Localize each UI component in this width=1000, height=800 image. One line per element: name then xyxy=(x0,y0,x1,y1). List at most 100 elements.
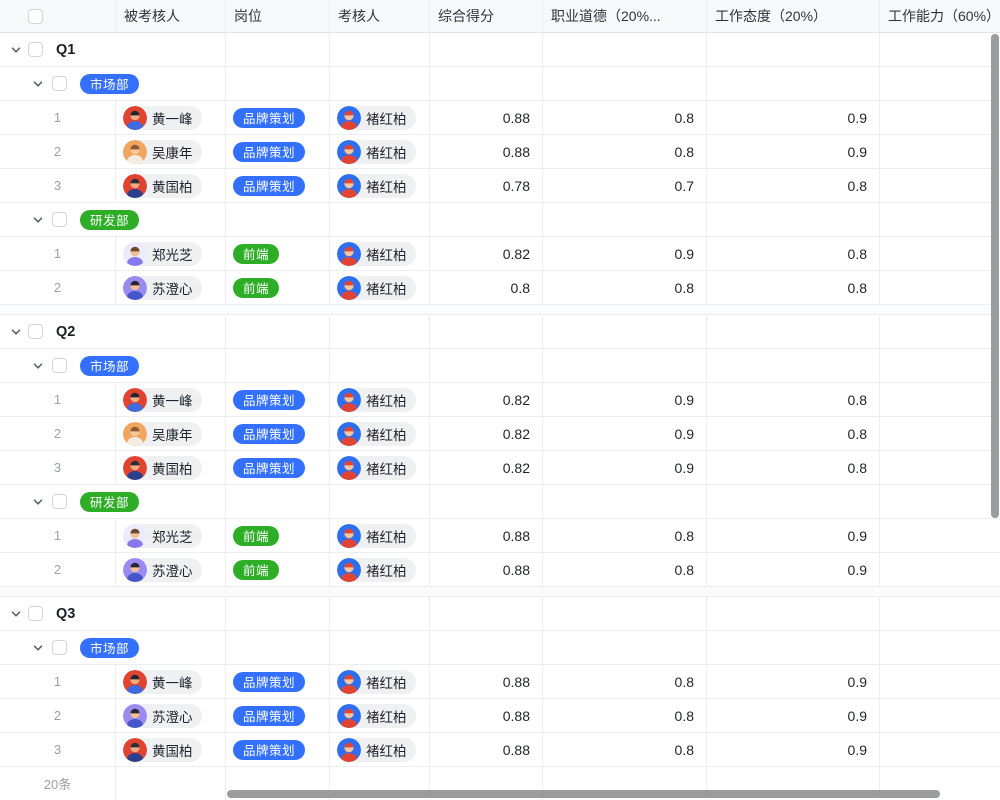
column-header-position[interactable]: 岗位 xyxy=(226,0,330,32)
subgroup-cell[interactable]: 市场部 xyxy=(0,67,226,100)
empty-cell[interactable] xyxy=(430,631,543,664)
composite-score-cell[interactable]: 0.82 xyxy=(430,237,543,270)
empty-cell[interactable] xyxy=(330,631,430,664)
ability-score-cell[interactable] xyxy=(880,553,1000,586)
ability-score-cell[interactable] xyxy=(880,169,1000,202)
empty-cell[interactable] xyxy=(330,67,430,100)
row-index-cell[interactable]: 2 xyxy=(0,553,116,586)
empty-cell[interactable] xyxy=(707,597,880,630)
empty-cell[interactable] xyxy=(430,349,543,382)
position-cell[interactable]: 前端 xyxy=(226,237,330,270)
position-cell[interactable]: 前端 xyxy=(226,271,330,304)
assessee-cell[interactable]: 郑光芝 xyxy=(116,237,226,270)
subgroup-checkbox[interactable] xyxy=(52,494,67,509)
position-cell[interactable]: 品牌策划 xyxy=(226,169,330,202)
composite-score-cell[interactable]: 0.8 xyxy=(430,271,543,304)
empty-cell[interactable] xyxy=(543,315,707,348)
empty-cell[interactable] xyxy=(226,33,330,66)
ethics-score-cell[interactable]: 0.9 xyxy=(543,417,707,450)
empty-cell[interactable] xyxy=(543,203,707,236)
position-cell[interactable]: 品牌策划 xyxy=(226,135,330,168)
assessor-cell[interactable]: 褚红柏 xyxy=(330,451,430,484)
composite-score-cell[interactable]: 0.82 xyxy=(430,383,543,416)
empty-cell[interactable] xyxy=(226,67,330,100)
empty-cell[interactable] xyxy=(543,349,707,382)
empty-cell[interactable] xyxy=(543,597,707,630)
row-index-cell[interactable]: 2 xyxy=(0,135,116,168)
chevron-down-icon[interactable] xyxy=(32,214,44,226)
row-index-cell[interactable]: 1 xyxy=(0,383,116,416)
empty-cell[interactable] xyxy=(880,67,1000,100)
chevron-down-icon[interactable] xyxy=(10,44,22,56)
empty-cell[interactable] xyxy=(707,203,880,236)
assessor-cell[interactable]: 褚红柏 xyxy=(330,383,430,416)
empty-cell[interactable] xyxy=(543,67,707,100)
attitude-score-cell[interactable]: 0.9 xyxy=(707,101,880,134)
chevron-down-icon[interactable] xyxy=(10,608,22,620)
composite-score-cell[interactable]: 0.88 xyxy=(430,519,543,552)
assessor-cell[interactable]: 褚红柏 xyxy=(330,135,430,168)
empty-cell[interactable] xyxy=(880,349,1000,382)
ability-score-cell[interactable] xyxy=(880,733,1000,766)
subgroup-checkbox[interactable] xyxy=(52,76,67,91)
subgroup-cell[interactable]: 市场部 xyxy=(0,631,226,664)
assessor-cell[interactable]: 褚红柏 xyxy=(330,733,430,766)
assessee-cell[interactable]: 郑光芝 xyxy=(116,519,226,552)
attitude-score-cell[interactable]: 0.8 xyxy=(707,271,880,304)
assessee-cell[interactable]: 黄一峰 xyxy=(116,665,226,698)
assessor-cell[interactable]: 褚红柏 xyxy=(330,101,430,134)
attitude-score-cell[interactable]: 0.9 xyxy=(707,699,880,732)
empty-cell[interactable] xyxy=(707,349,880,382)
ability-score-cell[interactable] xyxy=(880,699,1000,732)
composite-score-cell[interactable]: 0.88 xyxy=(430,665,543,698)
horizontal-scrollbar[interactable] xyxy=(227,790,940,798)
empty-cell[interactable] xyxy=(330,349,430,382)
empty-cell[interactable] xyxy=(226,315,330,348)
assessor-cell[interactable]: 褚红柏 xyxy=(330,699,430,732)
column-header-attitude[interactable]: 工作态度（20%） xyxy=(707,0,880,32)
attitude-score-cell[interactable]: 0.8 xyxy=(707,169,880,202)
empty-cell[interactable] xyxy=(330,315,430,348)
ethics-score-cell[interactable]: 0.8 xyxy=(543,101,707,134)
composite-score-cell[interactable]: 0.88 xyxy=(430,553,543,586)
empty-cell[interactable] xyxy=(543,485,707,518)
chevron-down-icon[interactable] xyxy=(10,326,22,338)
subgroup-checkbox[interactable] xyxy=(52,212,67,227)
group-checkbox[interactable] xyxy=(28,324,43,339)
row-index-cell[interactable]: 1 xyxy=(0,519,116,552)
subgroup-checkbox[interactable] xyxy=(52,358,67,373)
row-index-cell[interactable]: 3 xyxy=(0,451,116,484)
empty-cell[interactable] xyxy=(707,485,880,518)
row-index-cell[interactable]: 1 xyxy=(0,101,116,134)
empty-cell[interactable] xyxy=(707,631,880,664)
assessor-cell[interactable]: 褚红柏 xyxy=(330,237,430,270)
position-cell[interactable]: 品牌策划 xyxy=(226,665,330,698)
empty-cell[interactable] xyxy=(226,597,330,630)
empty-cell[interactable] xyxy=(543,631,707,664)
column-header-ability[interactable]: 工作能力（60%） xyxy=(880,0,1000,32)
assessee-cell[interactable]: 吴康年 xyxy=(116,417,226,450)
attitude-score-cell[interactable]: 0.8 xyxy=(707,237,880,270)
empty-cell[interactable] xyxy=(330,485,430,518)
position-cell[interactable]: 前端 xyxy=(226,553,330,586)
assessor-cell[interactable]: 褚红柏 xyxy=(330,665,430,698)
empty-cell[interactable] xyxy=(226,203,330,236)
empty-cell[interactable] xyxy=(330,33,430,66)
assessee-cell[interactable]: 黄国柏 xyxy=(116,451,226,484)
empty-cell[interactable] xyxy=(707,67,880,100)
ethics-score-cell[interactable]: 0.8 xyxy=(543,271,707,304)
row-index-cell[interactable]: 2 xyxy=(0,417,116,450)
attitude-score-cell[interactable]: 0.9 xyxy=(707,733,880,766)
empty-cell[interactable] xyxy=(880,33,1000,66)
row-index-cell[interactable]: 3 xyxy=(0,169,116,202)
assessor-cell[interactable]: 褚红柏 xyxy=(330,169,430,202)
assessor-cell[interactable]: 褚红柏 xyxy=(330,553,430,586)
column-header-assessor[interactable]: 考核人 xyxy=(330,0,430,32)
composite-score-cell[interactable]: 0.82 xyxy=(430,417,543,450)
composite-score-cell[interactable]: 0.88 xyxy=(430,733,543,766)
ethics-score-cell[interactable]: 0.8 xyxy=(543,519,707,552)
chevron-down-icon[interactable] xyxy=(32,496,44,508)
composite-score-cell[interactable]: 0.82 xyxy=(430,451,543,484)
select-all-checkbox[interactable] xyxy=(28,9,43,24)
vertical-scrollbar[interactable] xyxy=(991,34,999,518)
